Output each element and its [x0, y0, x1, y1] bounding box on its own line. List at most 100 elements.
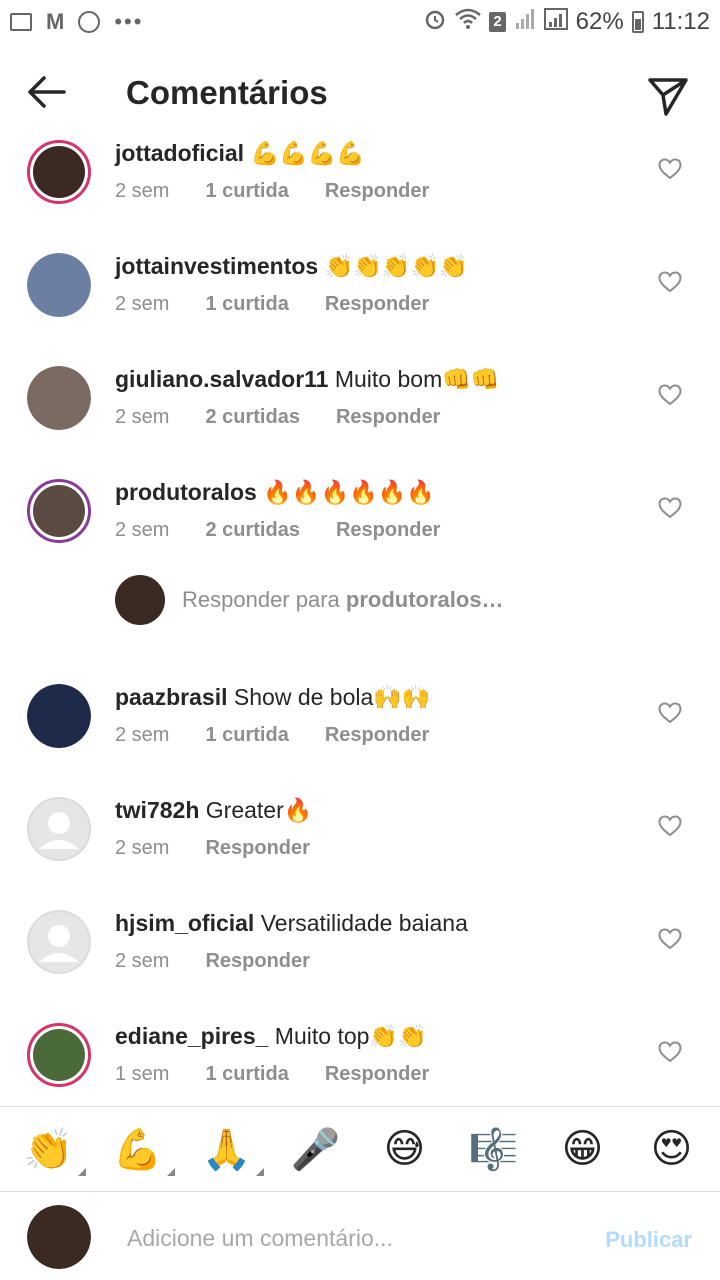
reply-button[interactable]: Responder — [325, 293, 429, 316]
avatar-image — [33, 146, 85, 198]
avatar[interactable] — [27, 479, 91, 543]
comment-likes[interactable]: 2 curtidas — [205, 406, 299, 429]
comment-text: hjsim_oficial Versatilidade baiana — [115, 910, 468, 937]
emoji-sweat-smile-button[interactable]: 😅 — [374, 1118, 436, 1180]
emoji-microphone-button[interactable]: 🎤 — [285, 1118, 347, 1180]
comment-username[interactable]: hjsim_oficial — [115, 910, 254, 936]
avatar[interactable] — [27, 684, 91, 748]
heart-icon[interactable] — [658, 1041, 682, 1063]
comment-meta: 2 sem 2 curtidas Responder — [115, 519, 440, 542]
default-avatar-icon — [27, 797, 91, 861]
heart-eyes-icon: 😍 — [650, 1126, 693, 1172]
comment-item: giuliano.salvador11 Muito bom👊👊 2 sem 2 … — [0, 356, 720, 466]
emoji-grin-button[interactable]: 😁 — [552, 1118, 614, 1180]
comment-body: Show de bola — [227, 684, 374, 710]
pray-icon: 🙏 — [201, 1126, 252, 1173]
avatar[interactable] — [27, 797, 91, 861]
comment-body: Muito bom — [328, 366, 443, 392]
comment-likes[interactable]: 1 curtida — [205, 1063, 288, 1086]
reply-avatar — [115, 575, 165, 625]
reply-button[interactable]: Responder — [336, 406, 440, 429]
avatar[interactable] — [27, 366, 91, 430]
whatsapp-icon — [78, 11, 101, 33]
comment-username[interactable]: jottadoficial — [115, 140, 244, 166]
emoji-muscle-button[interactable]: 💪 — [107, 1118, 175, 1180]
comments-list[interactable]: jottadoficial 💪💪💪💪 2 sem 1 curtida Respo… — [0, 130, 720, 1105]
gmail-icon: M — [46, 9, 65, 34]
comment-input[interactable] — [127, 1223, 547, 1253]
comment-meta: 2 sem 1 curtida Responder — [115, 180, 429, 203]
heart-icon[interactable] — [658, 384, 682, 406]
status-bar: M ••• 2 62% 11:12 — [0, 0, 720, 44]
reply-prompt-text[interactable]: Responder para produtoralos… — [182, 587, 504, 613]
grin-icon: 😁 — [561, 1126, 604, 1172]
heart-icon[interactable] — [658, 271, 682, 293]
comment-likes[interactable]: 1 curtida — [205, 180, 288, 203]
own-avatar — [27, 1205, 91, 1269]
comment-item: twi782h Greater🔥 2 sem Responder — [0, 787, 720, 897]
music-score-icon: 🎼 — [468, 1126, 519, 1173]
reply-prompt[interactable]: Responder para produtoralos… — [0, 575, 720, 645]
avatar[interactable] — [27, 140, 91, 204]
comment-likes[interactable]: 1 curtida — [205, 293, 288, 316]
muscle-icon: 💪 — [112, 1126, 163, 1173]
comment-text: paazbrasil Show de bola🙌🙌 — [115, 684, 431, 711]
microphone-icon: 🎤 — [290, 1126, 341, 1173]
heart-icon[interactable] — [658, 158, 682, 180]
emoji-music-score-button[interactable]: 🎼 — [463, 1118, 525, 1180]
comment-emojis: 💪💪💪💪 — [250, 141, 366, 167]
default-avatar-icon — [27, 910, 91, 974]
avatar-image — [27, 253, 91, 317]
comment-likes[interactable]: 2 curtidas — [205, 519, 299, 542]
comment-age: 2 sem — [115, 180, 170, 202]
comment-meta: 2 sem Responder — [115, 837, 310, 860]
reply-button[interactable]: Responder — [205, 837, 309, 860]
avatar[interactable] — [27, 910, 91, 974]
comment-meta: 2 sem Responder — [115, 950, 310, 973]
reply-button[interactable]: Responder — [325, 1063, 429, 1086]
comment-username[interactable]: produtoralos — [115, 479, 257, 505]
comment-username[interactable]: jottainvestimentos — [115, 253, 318, 279]
comment-age: 2 sem — [115, 724, 170, 746]
reply-button[interactable]: Responder — [205, 950, 309, 973]
comment-text: jottadoficial 💪💪💪💪 — [115, 140, 365, 167]
comment-username[interactable]: paazbrasil — [115, 684, 228, 710]
comment-text: produtoralos 🔥🔥🔥🔥🔥🔥 — [115, 479, 435, 506]
comment-meta: 1 sem 1 curtida Responder — [115, 1063, 429, 1086]
comment-emojis: 👊👊 — [442, 367, 500, 393]
comment-username[interactable]: giuliano.salvador11 — [115, 366, 328, 392]
reply-button[interactable]: Responder — [336, 519, 440, 542]
avatar[interactable] — [27, 253, 91, 317]
comment-text: giuliano.salvador11 Muito bom👊👊 — [115, 366, 500, 393]
comment-meta: 2 sem 1 curtida Responder — [115, 724, 429, 747]
heart-icon[interactable] — [658, 815, 682, 837]
alarm-icon — [423, 7, 447, 38]
comment-emojis: 🔥🔥🔥🔥🔥🔥 — [263, 480, 436, 506]
comment-username[interactable]: twi782h — [115, 797, 199, 823]
emoji-quick-bar: 👏 💪 🙏 🎤 😅 🎼 😁 😍 — [0, 1106, 720, 1192]
avatar[interactable] — [27, 1023, 91, 1087]
comment-text: twi782h Greater🔥 — [115, 797, 312, 824]
emoji-heart-eyes-button[interactable]: 😍 — [641, 1118, 703, 1180]
emoji-pray-button[interactable]: 🙏 — [196, 1118, 264, 1180]
clap-icon: 👏 — [23, 1126, 74, 1173]
comment-age: 2 sem — [115, 519, 170, 541]
comment-emojis: 👏👏 — [369, 1024, 427, 1050]
reply-button[interactable]: Responder — [325, 180, 429, 203]
back-button[interactable] — [24, 72, 74, 116]
comment-body: Versatilidade baiana — [254, 910, 468, 936]
heart-icon[interactable] — [658, 702, 682, 724]
avatar-image — [27, 684, 91, 748]
emoji-clap-button[interactable]: 👏 — [18, 1118, 86, 1180]
comment-username[interactable]: ediane_pires_ — [115, 1023, 268, 1049]
comment-age: 2 sem — [115, 950, 170, 972]
heart-icon[interactable] — [658, 928, 682, 950]
direct-share-button[interactable] — [646, 74, 690, 118]
comment-age: 2 sem — [115, 293, 170, 315]
status-right: 2 62% 11:12 — [423, 7, 710, 38]
heart-icon[interactable] — [658, 497, 682, 519]
publish-button[interactable]: Publicar — [605, 1227, 692, 1253]
skin-tone-indicator — [255, 1168, 264, 1176]
comment-likes[interactable]: 1 curtida — [205, 724, 288, 747]
reply-button[interactable]: Responder — [325, 724, 429, 747]
